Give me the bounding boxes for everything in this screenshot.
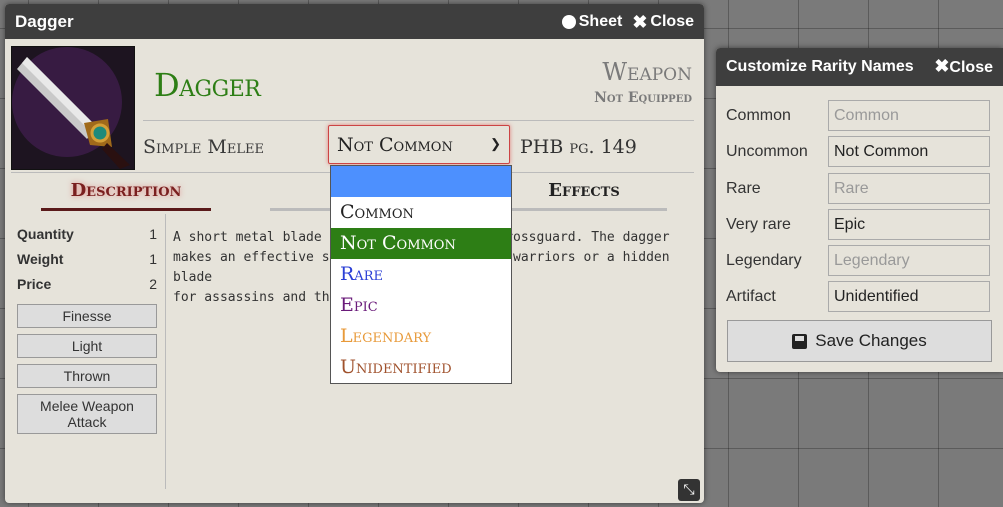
rarity-dropdown-list: Common Not Common Rare Epic Legendary Un… (330, 165, 512, 384)
item-type-block: Weapon Not Equipped (594, 58, 692, 106)
rarity-names-window: Customize Rarity Names ✖Close Common Unc… (716, 48, 1003, 372)
dropdown-option-legendary[interactable]: Legendary (331, 321, 511, 352)
item-window-title: Dagger (15, 11, 74, 31)
melee-attack-button[interactable]: Melee Weapon Attack (17, 394, 157, 434)
rarity-window-title: Customize Rarity Names (726, 58, 914, 75)
dropdown-option-epic[interactable]: Epic (331, 290, 511, 321)
tab-underline (495, 208, 667, 211)
tag-button[interactable]: Thrown (17, 364, 157, 388)
close-button[interactable]: ✖ Close (632, 13, 694, 31)
save-changes-button[interactable]: Save Changes (727, 320, 992, 362)
rarity-row-uncommon: Uncommon (726, 136, 990, 167)
item-subtype: Simple Melee (143, 136, 264, 158)
rarity-window-titlebar[interactable]: Customize Rarity Names ✖Close (716, 48, 1003, 86)
close-icon: ✖ (934, 56, 950, 76)
item-properties: Quantity 1 Weight 1 Price 2 (17, 226, 157, 301)
tab-active-underline (41, 208, 211, 211)
dropdown-option-blank[interactable] (331, 166, 511, 197)
gear-icon (561, 14, 576, 29)
rarity-row-common: Common (726, 100, 990, 131)
resize-handle-icon[interactable]: ⤡ (678, 479, 700, 501)
item-type: Weapon (602, 58, 692, 86)
dropdown-option-common[interactable]: Common (331, 197, 511, 228)
rarity-close-button[interactable]: ✖Close (934, 57, 993, 77)
divider (143, 120, 694, 121)
tag-button[interactable]: Finesse (17, 304, 157, 328)
rarity-input-rare[interactable] (828, 173, 990, 204)
rarity-input-uncommon[interactable] (828, 136, 990, 167)
rarity-row-legendary: Legendary (726, 245, 990, 276)
tab-effects[interactable]: Effects (495, 180, 673, 201)
item-window-titlebar[interactable]: Dagger Sheet ✖ Close (5, 4, 704, 39)
rarity-select[interactable]: Not Common ❯ (328, 125, 510, 164)
rarity-input-legendary[interactable] (828, 245, 990, 276)
close-icon: ✖ (632, 11, 648, 32)
prop-weight[interactable]: Weight 1 (17, 251, 157, 276)
tag-button[interactable]: Light (17, 334, 157, 358)
divider (165, 214, 166, 489)
item-tags: Finesse Light Thrown Melee Weapon Attack (17, 304, 157, 440)
prop-price[interactable]: Price 2 (17, 276, 157, 301)
dagger-icon (12, 47, 134, 169)
item-name: Dagger (154, 66, 261, 104)
rarity-row-very-rare: Very rare (726, 209, 990, 240)
item-source: PHB pg. 149 (520, 136, 637, 158)
dropdown-option-unidentified[interactable]: Unidentified (331, 352, 511, 383)
chevron-down-icon: ❯ (490, 137, 501, 152)
rarity-input-common[interactable] (828, 100, 990, 131)
rarity-row-rare: Rare (726, 173, 990, 204)
rarity-input-artifact[interactable] (828, 281, 990, 312)
dropdown-option-not-common[interactable]: Not Common (331, 228, 511, 259)
rarity-row-artifact: Artifact (726, 281, 990, 312)
dropdown-option-rare[interactable]: Rare (331, 259, 511, 290)
equip-status: Not Equipped (594, 90, 692, 106)
rarity-input-very-rare[interactable] (828, 209, 990, 240)
tab-underline (270, 208, 330, 211)
item-image[interactable] (11, 46, 135, 170)
tab-description[interactable]: Description (41, 180, 211, 201)
sheet-button[interactable]: Sheet (561, 13, 622, 31)
save-icon (792, 333, 808, 349)
prop-quantity[interactable]: Quantity 1 (17, 226, 157, 251)
